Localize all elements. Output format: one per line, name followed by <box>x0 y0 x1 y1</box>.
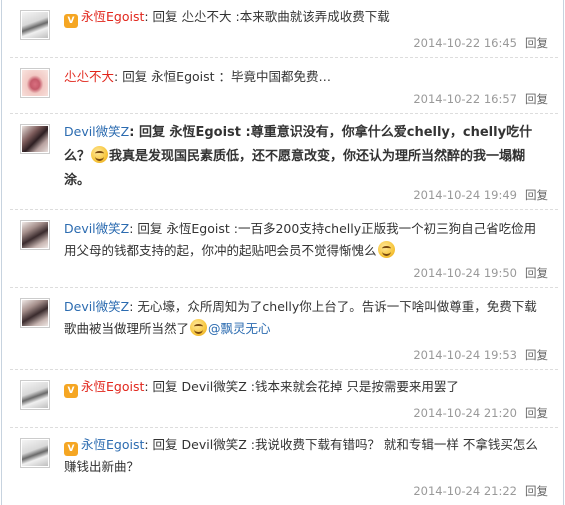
username-link[interactable]: 尐尐不大 <box>64 69 114 84</box>
comment-meta: 2014-10-24 21:20 回复 <box>413 405 548 421</box>
username-link[interactable]: Devil微笑Z <box>64 299 129 314</box>
avatar[interactable] <box>20 380 50 410</box>
reply-button[interactable]: 回复 <box>525 36 548 50</box>
avatar[interactable] <box>20 298 50 328</box>
avatar[interactable] <box>20 220 50 250</box>
avatar[interactable] <box>20 124 50 154</box>
comment-text: : 回复 永恆Egoist :一百多200支持chelly正版我一个初三狗自己省… <box>64 221 537 258</box>
reply-button[interactable]: 回复 <box>525 266 548 280</box>
comment-meta: 2014-10-24 19:50 回复 <box>413 265 548 281</box>
comment-list-frame: V 永恆Egoist: 回复 尐尐不大 :本来歌曲就该弄成收费下载 2014-10… <box>1 0 564 505</box>
comment-body: Devil微笑Z: 无心壕，众所周知为了chelly你上台了。告诉一下啥叫做尊重… <box>64 296 548 340</box>
reply-button[interactable]: 回复 <box>525 348 548 362</box>
smile-emoji-icon <box>190 319 208 336</box>
vip-badge-icon: V <box>64 384 78 398</box>
timestamp: 2014-10-24 21:20 <box>413 406 517 420</box>
username-link[interactable]: Devil微笑Z <box>64 124 129 139</box>
comment-meta: 2014-10-22 16:45 回复 <box>413 35 548 51</box>
comment-item: V 永恆Egoist: 回复 Devil微笑Z :钱本来就会花掉 只是按需要来用罢… <box>10 370 558 428</box>
comment-text: : 回复 永恒Egoist ：毕竟中国都免费… <box>114 69 332 84</box>
comment-meta: 2014-10-22 16:57 回复 <box>413 91 548 107</box>
timestamp: 2014-10-24 21:22 <box>413 484 517 498</box>
comment-body: V 永恆Egoist: 回复 Devil微笑Z :钱本来就会花掉 只是按需要来用罢… <box>64 376 548 398</box>
comment-meta: 2014-10-24 19:53 回复 <box>413 347 548 363</box>
comment-body: 尐尐不大: 回复 永恒Egoist ：毕竟中国都免费… <box>64 66 548 88</box>
mention-link[interactable]: @飘灵无心 <box>208 321 271 336</box>
username-link[interactable]: 永恆Egoist <box>81 379 144 394</box>
timestamp: 2014-10-24 19:50 <box>413 266 517 280</box>
vip-badge-icon: V <box>64 442 78 456</box>
timestamp: 2014-10-22 16:57 <box>413 92 517 106</box>
reply-button[interactable]: 回复 <box>525 188 548 202</box>
timestamp: 2014-10-24 19:49 <box>413 188 517 202</box>
smile-emoji-icon <box>91 146 109 163</box>
reply-button[interactable]: 回复 <box>525 484 548 498</box>
avatar[interactable] <box>20 68 50 98</box>
comment-item: 尐尐不大: 回复 永恒Egoist ：毕竟中国都免费… 2014-10-22 1… <box>10 58 558 114</box>
comment-text: : 无心壕，众所周知为了chelly你上台了。告诉一下啥叫做尊重，免费下载歌曲被… <box>64 299 537 336</box>
timestamp: 2014-10-22 16:45 <box>413 36 517 50</box>
comment-item: Devil微笑Z: 回复 永恆Egoist :尊重意识没有，你拿什么爱chell… <box>10 114 558 210</box>
comment-meta: 2014-10-24 21:22 回复 <box>413 483 548 499</box>
comment-text: : 回复 Devil微笑Z :钱本来就会花掉 只是按需要来用罢了 <box>144 379 459 394</box>
smile-emoji-icon <box>377 241 395 258</box>
comment-item: Devil微笑Z: 无心壕，众所周知为了chelly你上台了。告诉一下啥叫做尊重… <box>10 288 558 370</box>
vip-badge-icon: V <box>64 14 78 28</box>
username-link[interactable]: 永恆Egoist <box>81 9 144 24</box>
comment-meta: 2014-10-24 19:49 回复 <box>413 187 548 203</box>
comment-item: Devil微笑Z: 回复 永恆Egoist :一百多200支持chelly正版我… <box>10 210 558 288</box>
avatar[interactable] <box>20 438 50 468</box>
comment-body: V 永恆Egoist: 回复 尐尐不大 :本来歌曲就该弄成收费下载 <box>64 6 548 28</box>
comment-body: V 永恆Egoist: 回复 Devil微笑Z :我说收费下载有错吗？ 就和专辑一… <box>64 434 548 478</box>
comment-body: Devil微笑Z: 回复 永恆Egoist :一百多200支持chelly正版我… <box>64 218 548 262</box>
reply-button[interactable]: 回复 <box>525 92 548 106</box>
comment-body: Devil微笑Z: 回复 永恆Egoist :尊重意识没有，你拿什么爱chell… <box>64 120 548 193</box>
comment-item: V 永恆Egoist: 回复 Devil微笑Z :我说收费下载有错吗？ 就和专辑一… <box>10 428 558 505</box>
comment-text-continued: 我真是发现国民素质低，还不愿意改变，你还认为理所当然醉的我一塌糊涂。 <box>64 149 526 188</box>
username-link[interactable]: 永恆Egoist <box>81 437 144 452</box>
username-link[interactable]: Devil微笑Z <box>64 221 129 236</box>
comment-item: V 永恆Egoist: 回复 尐尐不大 :本来歌曲就该弄成收费下载 2014-10… <box>10 0 558 58</box>
reply-button[interactable]: 回复 <box>525 406 548 420</box>
comment-text: : 回复 尐尐不大 :本来歌曲就该弄成收费下载 <box>144 9 390 24</box>
avatar[interactable] <box>20 10 50 40</box>
timestamp: 2014-10-24 19:53 <box>413 348 517 362</box>
